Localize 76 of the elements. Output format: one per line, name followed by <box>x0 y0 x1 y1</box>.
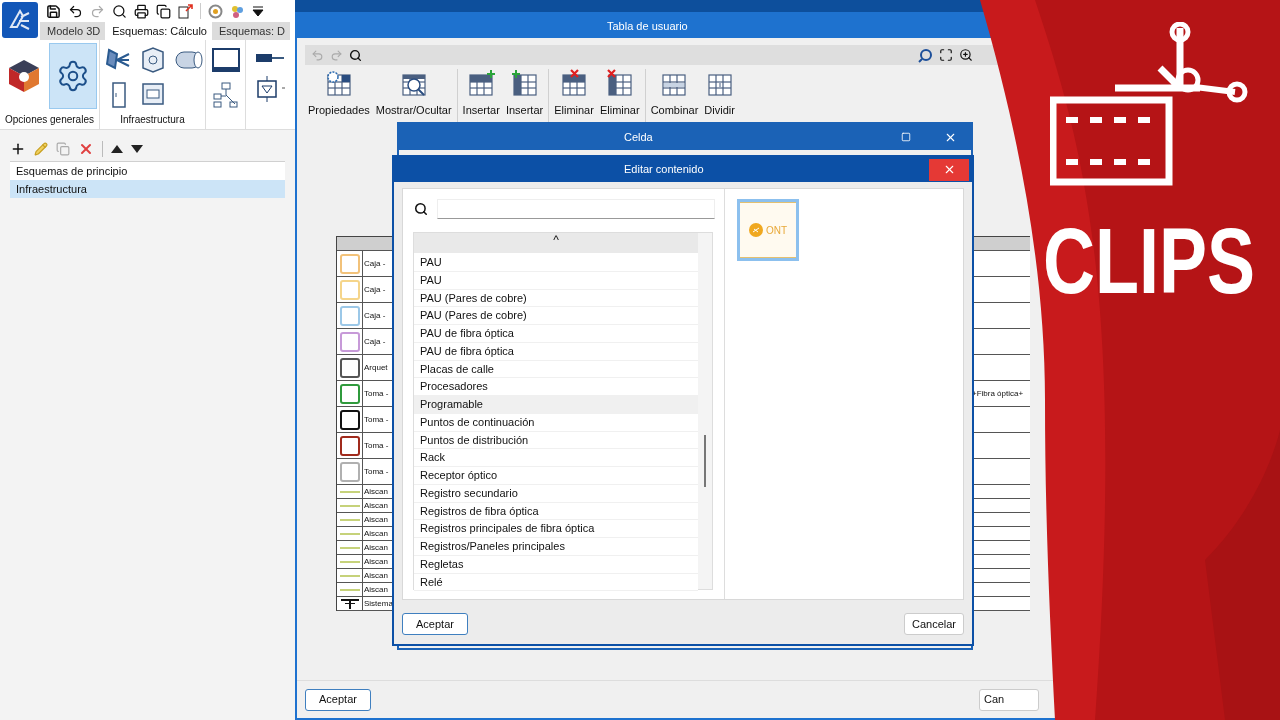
search-icon[interactable] <box>112 3 127 19</box>
table-cell-text: +Fibra óptica+ <box>972 387 1025 400</box>
table-cell-text: Caja - <box>363 336 387 348</box>
zoom-all-icon[interactable] <box>939 48 953 62</box>
ont-icon <box>748 223 763 237</box>
search-icon <box>414 202 428 216</box>
table-cell-text: Aiscan <box>363 556 389 568</box>
ribbon-group-label: Opciones generales <box>4 113 95 127</box>
accept-button[interactable]: Aceptar <box>305 688 371 711</box>
scheme-list-item[interactable]: Infraestructura <box>10 180 285 198</box>
list-header[interactable]: ^ <box>414 233 698 253</box>
search-icon[interactable] <box>349 48 362 62</box>
table-cell-text: Caja - <box>363 284 387 296</box>
table-cell-text: Aiscan <box>363 570 389 582</box>
maximize-icon[interactable] <box>901 132 911 142</box>
table-cell-text: Aiscan <box>363 528 389 540</box>
ribbon-tool-button[interactable]: Insertar <box>459 69 503 119</box>
brand-title: CLIPS <box>1043 208 1256 312</box>
accept-button[interactable]: Aceptar <box>402 613 468 635</box>
ribbon-tool-button[interactable]: Combinar <box>647 69 702 119</box>
dropdown-icon[interactable] <box>252 5 264 17</box>
general-options-button[interactable] <box>49 43 97 109</box>
zoom-window-icon[interactable] <box>918 47 933 63</box>
dialog-title: Editar contenido <box>624 162 704 178</box>
cancel-button[interactable]: Cancelar <box>903 613 964 635</box>
ribbon-tool-button[interactable]: Dividir <box>701 69 738 119</box>
table-cell-text: Aiscan <box>363 542 389 554</box>
cube-logo-icon[interactable] <box>7 58 41 94</box>
scrollbar[interactable] <box>698 233 712 589</box>
app-logo-icon[interactable] <box>2 2 38 38</box>
save-icon[interactable] <box>46 3 61 19</box>
table-cell-text: Caja - <box>363 258 387 270</box>
table-cell-text: Aiscan <box>363 486 389 498</box>
connector-icon[interactable] <box>256 52 286 64</box>
move-down-icon[interactable] <box>131 144 143 153</box>
export-icon[interactable] <box>178 3 193 19</box>
search-field[interactable] <box>437 199 715 219</box>
ribbon-tool-button[interactable]: Mostrar/Ocultar <box>372 69 455 119</box>
ribbon-tab[interactable]: Modelo 3D <box>40 22 106 40</box>
table-tool-icon <box>604 69 635 97</box>
ribbon-tool-button[interactable]: Propiedades <box>305 69 373 119</box>
palette-icon[interactable] <box>230 3 245 19</box>
box-icon[interactable] <box>140 46 166 74</box>
table-cell-text: Toma - <box>363 466 390 478</box>
ribbon-group-label: Infraestructura <box>119 113 186 127</box>
ribbon-tool-button[interactable]: Insertar <box>502 69 547 119</box>
table-tool-icon <box>466 69 497 97</box>
zoom-in-icon[interactable] <box>959 48 973 62</box>
table-tool-icon <box>509 69 540 97</box>
copy-icon[interactable] <box>156 3 171 19</box>
table-cell-text: Aiscan <box>363 514 389 526</box>
undo-icon[interactable] <box>68 3 83 19</box>
move-up-icon[interactable] <box>111 144 123 153</box>
clip-film-logo-icon <box>1050 22 1250 187</box>
table-cell-text: Aiscan <box>363 584 389 596</box>
list-item[interactable]: Programable <box>414 396 698 414</box>
screen-icon[interactable] <box>211 48 240 72</box>
ont-label: ONT <box>765 223 788 238</box>
table-cell-text: Toma - <box>363 440 390 452</box>
ribbon-tool-button[interactable]: Eliminar <box>596 69 643 119</box>
settings-icon <box>56 59 90 93</box>
printer-icon[interactable] <box>134 3 149 19</box>
ribbon-tab[interactable]: Esquemas: D <box>212 22 290 40</box>
table-cell-text: Sistema <box>363 598 394 610</box>
table-cell-text: Toma - <box>363 388 390 400</box>
ribbon-tool-button[interactable]: Eliminar <box>551 69 597 119</box>
network-icon[interactable] <box>212 82 239 108</box>
table-cell-text: Caja - <box>363 310 387 322</box>
close-button[interactable] <box>929 158 969 181</box>
splitter-icon[interactable] <box>256 76 288 102</box>
window-title: Celda <box>624 129 653 145</box>
cancel-button[interactable]: Can <box>979 688 1039 711</box>
target-icon[interactable] <box>208 3 223 19</box>
table-cell-text: Toma - <box>363 414 390 426</box>
table-cell-text: Aiscan <box>363 500 389 512</box>
table-cell-text: Arquet <box>363 362 389 374</box>
